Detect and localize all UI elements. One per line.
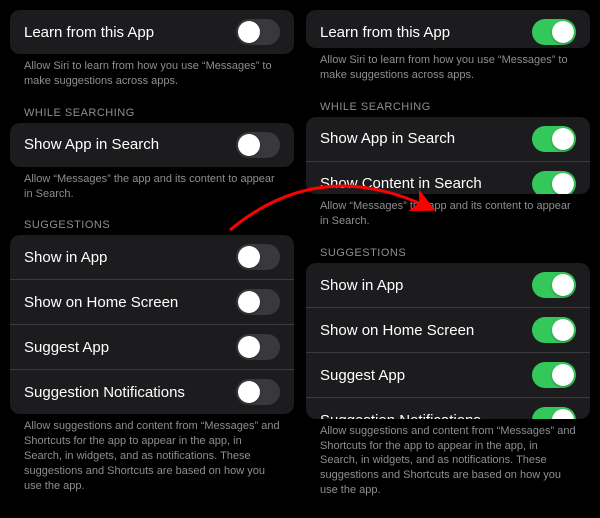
- show-in-app-toggle[interactable]: [532, 272, 576, 298]
- search-footer: Allow “Messages” the app and its content…: [306, 194, 590, 239]
- suggest-app-label: Suggest App: [320, 367, 405, 384]
- learn-from-app-row[interactable]: Learn from this App: [10, 10, 294, 54]
- suggestions-footer: Allow suggestions and content from “Mess…: [10, 414, 294, 503]
- show-on-home-row[interactable]: Show on Home Screen: [306, 307, 590, 352]
- show-app-in-search-row[interactable]: Show App in Search: [10, 123, 294, 167]
- while-searching-header: WHILE SEARCHING: [306, 93, 590, 117]
- show-app-in-search-toggle[interactable]: [532, 126, 576, 152]
- search-group: Show App in Search Show Content in Searc…: [306, 117, 590, 194]
- suggestion-notifications-row[interactable]: Suggestion Notifications: [10, 369, 294, 414]
- suggest-app-row[interactable]: Suggest App: [306, 352, 590, 397]
- show-on-home-row[interactable]: Show on Home Screen: [10, 279, 294, 324]
- show-in-app-label: Show in App: [24, 249, 107, 266]
- learn-group: Learn from this App: [306, 10, 590, 48]
- learn-footer: Allow Siri to learn from how you use “Me…: [306, 48, 590, 93]
- show-app-in-search-label: Show App in Search: [320, 130, 455, 147]
- suggestions-header: SUGGESTIONS: [306, 239, 590, 263]
- show-app-in-search-row[interactable]: Show App in Search: [306, 117, 590, 161]
- show-content-in-search-row[interactable]: Show Content in Search: [306, 161, 590, 194]
- suggestion-notifications-toggle[interactable]: [236, 379, 280, 405]
- suggestion-notifications-label: Suggestion Notifications: [24, 384, 185, 401]
- suggestion-notifications-label: Suggestion Notifications: [320, 412, 481, 419]
- learn-group: Learn from this App: [10, 10, 294, 54]
- search-group: Show App in Search: [10, 123, 294, 167]
- learn-from-app-label: Learn from this App: [320, 24, 450, 41]
- show-app-in-search-label: Show App in Search: [24, 136, 159, 153]
- learn-from-app-label: Learn from this App: [24, 24, 154, 41]
- suggest-app-toggle[interactable]: [532, 362, 576, 388]
- show-on-home-toggle[interactable]: [532, 317, 576, 343]
- learn-footer: Allow Siri to learn from how you use “Me…: [10, 54, 294, 99]
- show-in-app-row[interactable]: Show in App: [10, 235, 294, 279]
- settings-panel-right: Learn from this App Allow Siri to learn …: [306, 10, 590, 508]
- show-on-home-toggle[interactable]: [236, 289, 280, 315]
- settings-panel-left: Learn from this App Allow Siri to learn …: [10, 10, 294, 508]
- show-in-app-row[interactable]: Show in App: [306, 263, 590, 307]
- show-app-in-search-toggle[interactable]: [236, 132, 280, 158]
- show-on-home-label: Show on Home Screen: [24, 294, 178, 311]
- while-searching-header: WHILE SEARCHING: [10, 99, 294, 123]
- learn-from-app-row[interactable]: Learn from this App: [306, 10, 590, 48]
- suggestion-notifications-toggle[interactable]: [532, 407, 576, 419]
- suggest-app-label: Suggest App: [24, 339, 109, 356]
- show-content-in-search-label: Show Content in Search: [320, 175, 482, 192]
- suggestions-header: SUGGESTIONS: [10, 211, 294, 235]
- search-footer: Allow “Messages” the app and its content…: [10, 167, 294, 212]
- learn-from-app-toggle[interactable]: [236, 19, 280, 45]
- suggestions-footer: Allow suggestions and content from “Mess…: [306, 419, 590, 508]
- learn-from-app-toggle[interactable]: [532, 19, 576, 45]
- show-in-app-toggle[interactable]: [236, 244, 280, 270]
- show-in-app-label: Show in App: [320, 277, 403, 294]
- suggest-app-toggle[interactable]: [236, 334, 280, 360]
- suggestions-group: Show in App Show on Home Screen Suggest …: [306, 263, 590, 419]
- show-on-home-label: Show on Home Screen: [320, 322, 474, 339]
- suggest-app-row[interactable]: Suggest App: [10, 324, 294, 369]
- suggestion-notifications-row[interactable]: Suggestion Notifications: [306, 397, 590, 419]
- show-content-in-search-toggle[interactable]: [532, 171, 576, 194]
- suggestions-group: Show in App Show on Home Screen Suggest …: [10, 235, 294, 414]
